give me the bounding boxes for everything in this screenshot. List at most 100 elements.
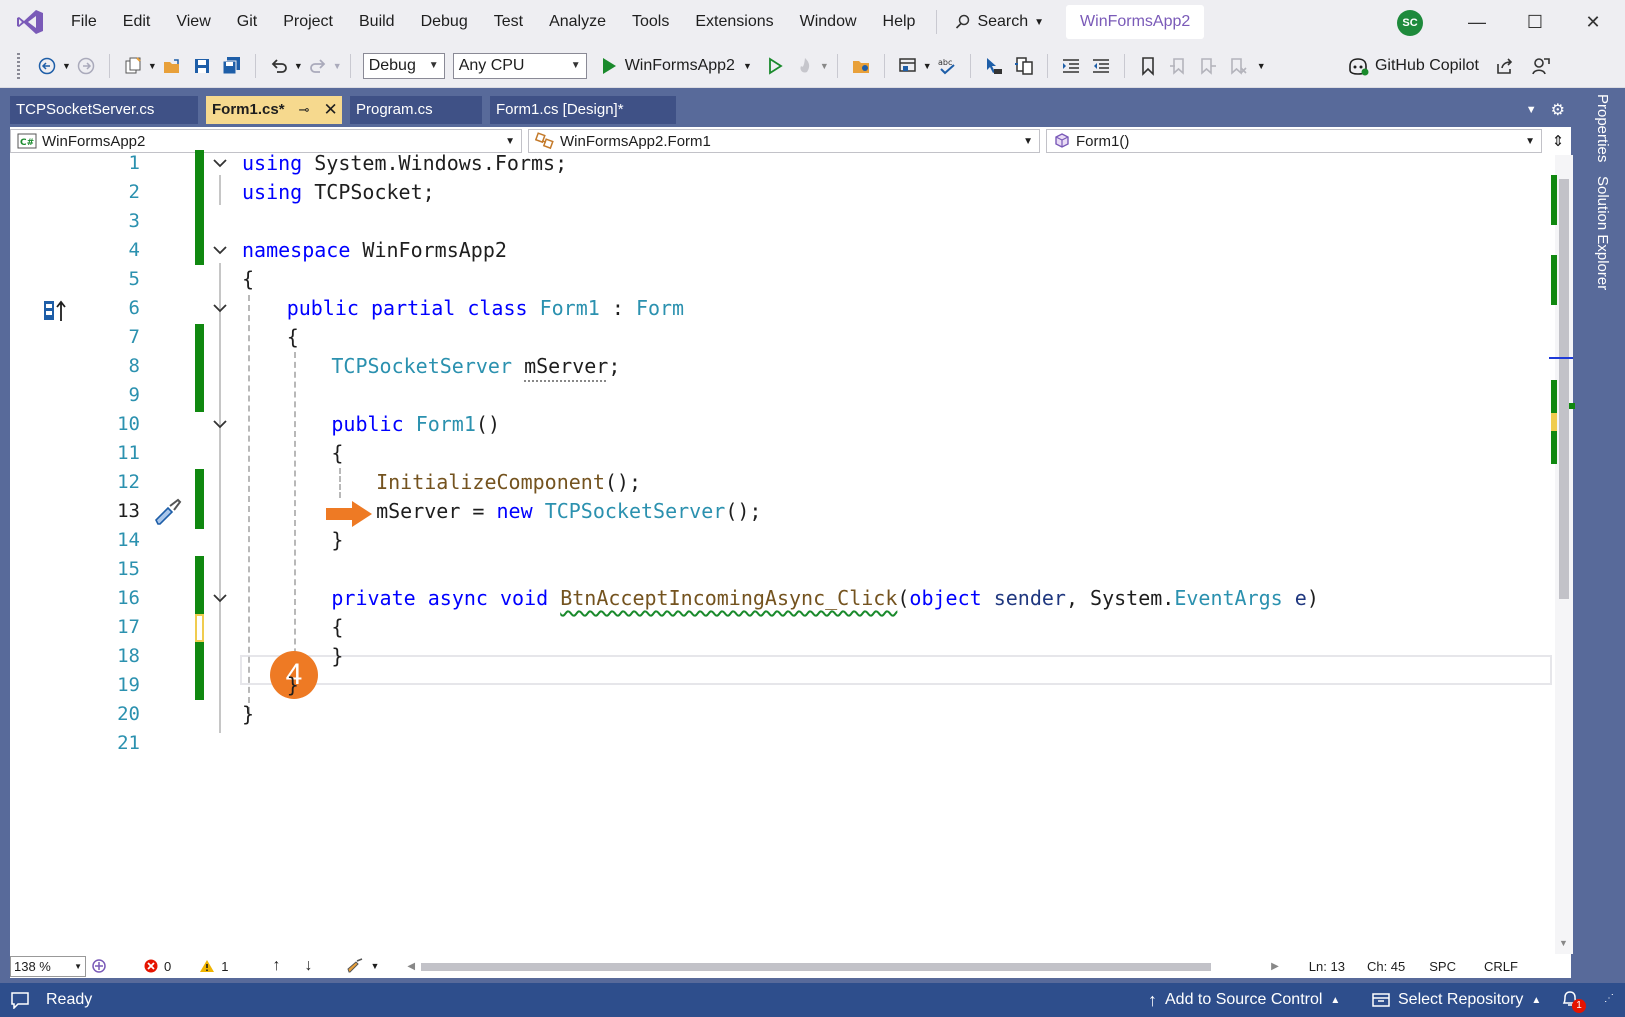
code-line[interactable]: 13 mServer = new TCPSocketServer(); [10,496,1560,526]
code-line[interactable]: 16 private async void BtnAcceptIncomingAs… [10,583,1560,613]
code-line[interactable]: 20} [10,699,1560,729]
close-tab-icon[interactable]: ✕ [323,96,337,124]
menu-project[interactable]: Project [270,0,346,44]
code-line[interactable]: 10 public Form1() [10,409,1560,439]
save-icon[interactable] [189,53,215,79]
collapse-chevron-icon[interactable] [207,148,233,178]
forward-icon[interactable] [73,53,99,79]
share-icon[interactable] [1495,56,1515,76]
undo-dropdown-icon[interactable]: ▼ [294,61,303,71]
menu-view[interactable]: View [163,0,223,44]
menu-debug[interactable]: Debug [408,0,481,44]
close-button[interactable]: ✕ [1568,0,1618,44]
properties-tab[interactable]: Properties [1594,94,1611,162]
gear-icon[interactable]: ⚙ [1551,100,1565,120]
feedback-icon[interactable] [1531,56,1551,76]
collapse-chevron-icon[interactable] [207,583,233,613]
select-repository-button[interactable]: Select Repository ▲ [1372,991,1541,1009]
back-dropdown-icon[interactable]: ▼ [62,61,71,71]
code-line[interactable]: 21 [10,728,1560,758]
menu-edit[interactable]: Edit [110,0,164,44]
menu-analyze[interactable]: Analyze [536,0,619,44]
next-issue-icon[interactable]: ↓ [304,957,312,975]
code-line[interactable]: 7{ [10,322,1560,352]
code-line[interactable]: 12 InitializeComponent(); [10,467,1560,497]
scroll-left-icon[interactable]: ◀ [407,961,415,972]
collapse-chevron-icon[interactable] [207,235,233,265]
new-project-icon[interactable] [120,53,146,79]
code-line[interactable]: 11 { [10,438,1560,468]
intellicode-icon[interactable] [90,957,108,975]
horizontal-scrollbar[interactable] [421,961,1267,971]
tab-list-dropdown-icon[interactable]: ▼ [1526,100,1537,120]
code-line[interactable]: 9 [10,380,1560,410]
decrease-indent-icon[interactable] [1088,53,1114,79]
search-button[interactable]: Search ▼ [945,13,1054,31]
open-file-icon[interactable] [159,53,185,79]
copy-code-icon[interactable] [1011,53,1037,79]
platform-dropdown[interactable]: Any CPU ▼ [452,52,587,79]
solution-explorer-icon[interactable] [848,53,874,79]
whitespace-indicator[interactable]: SPC [1429,959,1456,974]
configuration-dropdown[interactable]: Debug ▼ [362,52,445,79]
spell-check-icon[interactable]: abc [934,53,960,79]
bookmark-icon[interactable] [1135,53,1161,79]
browse-icon[interactable] [895,53,921,79]
minimize-button[interactable]: — [1452,0,1502,44]
tab-program-cs[interactable]: Program.cs [350,96,482,124]
add-to-source-control-button[interactable]: ↑ Add to Source Control ▲ [1148,990,1340,1011]
menu-file[interactable]: File [58,0,110,44]
code-cleanup-button[interactable]: ▼ [346,958,379,974]
menu-git[interactable]: Git [224,0,270,44]
collapse-chevron-icon[interactable] [207,293,233,323]
code-line[interactable]: 19} [10,670,1560,700]
line-ending-indicator[interactable]: CRLF [1484,959,1518,974]
start-debugging-button[interactable]: WinFormsApp2 ▼ [601,57,752,75]
output-icon[interactable] [10,991,30,1009]
hot-reload-dropdown-icon[interactable]: ▼ [820,61,829,71]
errors-indicator[interactable]: 0 [144,959,171,974]
increase-indent-icon[interactable] [1058,53,1084,79]
menu-window[interactable]: Window [787,0,870,44]
line-indicator[interactable]: Ln: 13 [1309,959,1345,974]
save-all-icon[interactable] [219,53,245,79]
chevron-down-icon[interactable]: ▼ [743,61,752,71]
github-copilot-button[interactable]: GitHub Copilot [1347,44,1551,88]
scrollbar-thumb[interactable] [1559,179,1569,599]
menu-test[interactable]: Test [481,0,536,44]
code-line[interactable]: 8 TCPSocketServer mServer; [10,351,1560,381]
resize-grip-icon[interactable]: ⋰ [1604,993,1614,1004]
new-dropdown-icon[interactable]: ▼ [148,61,157,71]
code-line[interactable]: 17 { [10,612,1560,642]
start-without-debugging-icon[interactable] [762,53,788,79]
zoom-dropdown[interactable]: 138 % ▼ [10,955,86,977]
hot-reload-icon[interactable] [792,53,818,79]
solution-explorer-tab[interactable]: Solution Explorer [1594,176,1611,290]
scroll-right-icon[interactable]: ▶ [1271,961,1279,972]
clear-bookmarks-icon[interactable] [1225,53,1251,79]
redo-icon[interactable] [305,53,331,79]
select-element-icon[interactable] [981,53,1007,79]
collapse-chevron-icon[interactable] [207,409,233,439]
code-line[interactable]: 14} [10,525,1560,555]
visual-studio-logo-icon[interactable] [16,8,44,36]
code-line[interactable]: 1 using System.Windows.Forms; [10,148,1560,178]
menu-help[interactable]: Help [870,0,929,44]
warnings-indicator[interactable]: 1 [199,959,228,974]
notifications-button[interactable]: 1 [1560,989,1586,1014]
previous-bookmark-icon[interactable] [1165,53,1191,79]
toolbar-grip[interactable] [17,52,20,79]
browse-dropdown-icon[interactable]: ▼ [923,61,932,71]
tab-tcpsocketserver[interactable]: TCPSocketServer.cs [10,96,198,124]
code-line[interactable]: 5{ [10,264,1560,294]
undo-icon[interactable] [266,53,292,79]
code-line[interactable]: 6 public partial class Form1 : Form [10,293,1560,323]
column-indicator[interactable]: Ch: 45 [1367,959,1405,974]
vertical-scrollbar[interactable]: ▼ [1549,155,1575,954]
code-line[interactable]: 18} [10,641,1560,671]
redo-dropdown-icon[interactable]: ▼ [333,61,342,71]
code-line[interactable]: 3 [10,206,1560,236]
code-editor[interactable]: 4 1 using System.Windows.Forms; 2 using TCP… [10,150,1560,954]
menu-tools[interactable]: Tools [619,0,682,44]
pin-icon[interactable]: ⊸ [299,96,310,124]
